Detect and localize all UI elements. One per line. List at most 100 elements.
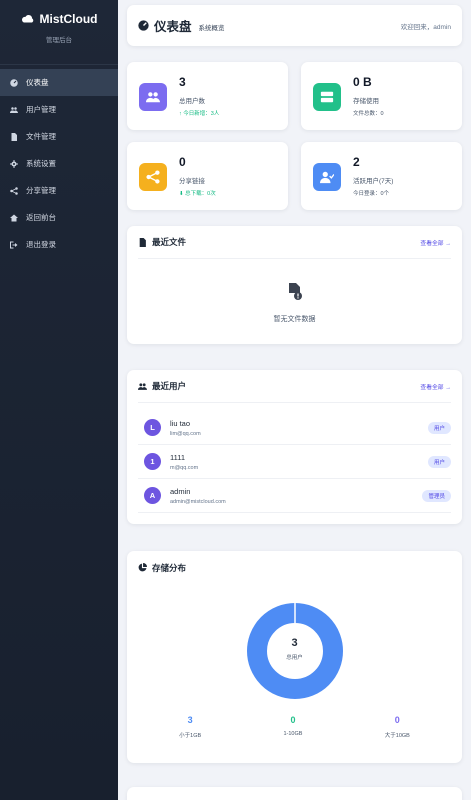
sidebar-item-label: 仪表盘 [26,78,49,87]
empty-state: 暂无文件数据 [138,259,451,324]
donut-center-value: 3 [291,637,298,649]
section-title: 存储分布 [152,562,187,573]
stat-card-shares: 0 分享链接 ⬇ 总下载：0次 [127,142,288,210]
role-badge: 用户 [427,421,451,434]
welcome-text: 欢迎回来，admin [400,23,451,31]
stat-value: 0 B [353,75,372,89]
legend-label: 大于10GB [384,733,410,739]
storage-icon [313,83,341,111]
user-name: 1111 [170,452,186,462]
section-title: 最近用户 [152,381,187,391]
sidebar-item-frontend[interactable]: 返回前台 [0,204,118,231]
home-icon [10,214,18,221]
storage-legend: 3 小于1GB 0 1-10GB 0 大于10GB [138,715,451,739]
logout-icon [10,241,18,248]
stat-label: 分享链接 [179,178,205,185]
users-icon [10,106,18,113]
dashboard-icon [10,78,18,87]
legend-value: 3 [187,715,193,725]
legend-value: 0 [290,715,296,725]
recent-users-header: 最近用户 查看全部 → [138,370,451,403]
stat-label: 总用户数 [179,98,205,105]
stat-value: 0 [179,155,186,169]
sidebar-item-shares[interactable]: 分享管理 [0,177,118,204]
legend-value: 0 [394,715,400,725]
file-icon [11,132,17,141]
sidebar-item-label: 返回前台 [26,213,56,222]
avatar: A [144,487,161,504]
sidebar-item-users[interactable]: 用户管理 [0,96,118,123]
share-icon [10,186,18,195]
sidebar-item-dashboard[interactable]: 仪表盘 [0,69,118,96]
page-title: 仪表盘 [154,20,192,34]
sidebar-item-label: 退出登录 [26,240,56,249]
sidebar-item-label: 文件管理 [26,132,56,141]
user-name: admin [170,486,191,496]
stat-sub: 文件总数：0 [353,111,384,117]
view-all-users-link[interactable]: 查看全部 → [420,382,451,391]
file-warning-icon [288,283,302,300]
sidebar-item-files[interactable]: 文件管理 [0,123,118,150]
page-header: 仪表盘 系统概览 欢迎回来，admin [127,5,462,46]
donut-chart: 3 总用户 [245,601,345,701]
role-badge: 用户 [427,455,451,468]
legend-item: 3 小于1GB [179,715,201,739]
recent-files-header: 最近文件 查看全部 → [138,226,451,259]
user-check-icon [313,163,341,191]
brand-subtitle: 管理后台 [46,37,72,44]
avatar: 1 [144,453,161,470]
file-icon [139,237,146,247]
stat-sub: ↑ 今日新增：3人 [179,111,220,117]
stat-sub: ⬇ 总下载：0次 [179,191,216,197]
storage-header: 存储分布 [138,551,451,584]
next-card [127,787,462,800]
donut-center-label: 总用户 [286,655,303,661]
legend-item: 0 大于10GB [385,715,410,739]
brand[interactable]: MistCloud [0,0,118,26]
sidebar-item-logout[interactable]: 退出登录 [0,231,118,258]
sidebar-nav: 仪表盘 用户管理 文件管理 系统设置 分享管理 返回前台 退出登录 [0,69,118,258]
sidebar: MistCloud 管理后台 仪表盘 用户管理 文件管理 系统设置 分享管理 返… [0,0,118,800]
sidebar-divider [0,64,118,65]
user-email: m@qq.com [170,464,199,471]
page-tag: 系统概览 [198,24,225,32]
sidebar-item-label: 系统设置 [26,159,56,168]
gear-icon [10,159,18,168]
stat-card-active-users: 2 活跃用户(7天) 今日登录：0个 [301,142,462,210]
user-email: lim@qq.com [170,430,201,437]
user-email: admin@mistcloud.com [170,498,226,505]
legend-label: 1-10GB [283,731,303,737]
stat-label: 活跃用户(7天) [353,178,394,185]
stat-sub: 今日登录：0个 [353,191,390,197]
legend-label: 小于1GB [179,733,202,739]
sidebar-item-label: 用户管理 [26,105,56,114]
users-icon [139,83,167,111]
storage-card: 存储分布 3 总用户 3 小于1GB 0 1-10GB 0 大于10GB [127,551,462,763]
legend-item: 0 1-10GB [283,715,302,739]
empty-text: 暂无文件数据 [273,316,316,323]
stat-card-users: 3 总用户数 ↑ 今日新增：3人 [127,62,288,130]
share-icon [139,163,167,191]
stat-card-storage: 0 B 存储使用 文件总数：0 [301,62,462,130]
pie-chart-icon [138,563,147,572]
recent-files-card: 最近文件 查看全部 → 暂无文件数据 [127,226,462,344]
user-row[interactable]: A admin admin@mistcloud.com 管理员 [138,479,451,513]
user-name: liu tao [170,418,191,428]
sidebar-item-settings[interactable]: 系统设置 [0,150,118,177]
view-all-files-link[interactable]: 查看全部 → [420,238,451,247]
sidebar-item-label: 分享管理 [26,186,56,195]
stat-label: 存储使用 [353,98,379,105]
recent-users-card: 最近用户 查看全部 → L liu tao lim@qq.com 用户 1 11… [127,370,462,524]
cloud-icon [21,15,33,23]
brand-name: MistCloud [39,12,98,26]
stat-value: 2 [353,155,360,169]
role-badge: 管理员 [422,489,451,502]
avatar: L [144,419,161,436]
stat-value: 3 [179,75,186,89]
dashboard-icon [138,20,149,31]
main-content: 仪表盘 系统概览 欢迎回来，admin 3 总用户数 ↑ 今日新增：3人 0 B… [118,0,471,800]
users-icon [138,382,147,390]
user-row[interactable]: 1 1111 m@qq.com 用户 [138,445,451,479]
user-row[interactable]: L liu tao lim@qq.com 用户 [138,411,451,445]
section-title: 最近文件 [152,237,187,247]
